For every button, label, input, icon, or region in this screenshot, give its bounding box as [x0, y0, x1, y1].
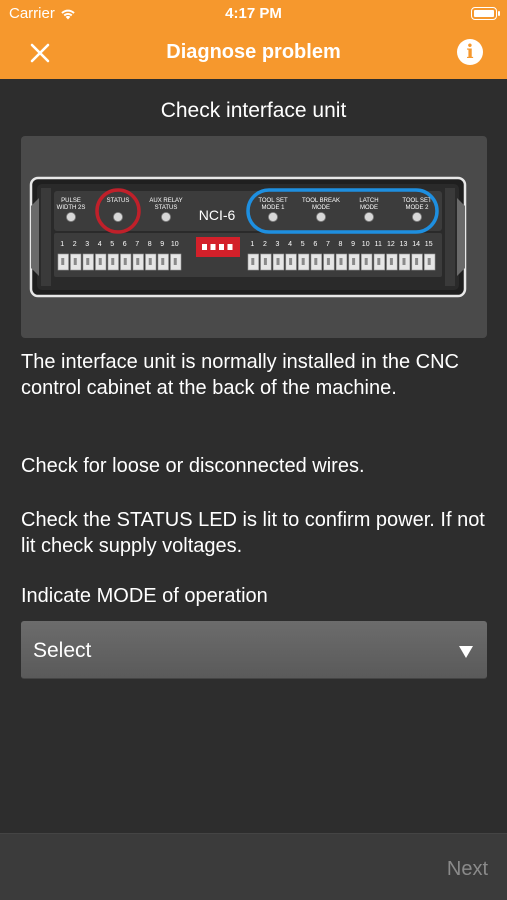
right-terminal-number: 5 [301, 241, 305, 248]
status-time: 4:17 PM [225, 5, 282, 22]
terminal-screw [377, 258, 381, 265]
led-indicator [412, 212, 422, 222]
right-terminal-number: 10 [362, 241, 370, 248]
terminal-screw [402, 258, 406, 265]
led-label: LATCH [359, 198, 378, 204]
left-terminal-number: 6 [123, 241, 127, 248]
terminal-screw [276, 258, 280, 265]
led-indicator [113, 212, 123, 222]
terminal-screw [263, 258, 267, 265]
terminal-screw [389, 258, 393, 265]
terminal-screw [415, 258, 419, 265]
terminal-screw [148, 258, 152, 265]
led-indicator [268, 212, 278, 222]
dropdown-arrow-icon [459, 646, 473, 658]
install-location-text: The interface unit is normally installed… [21, 351, 459, 399]
page-title: Diagnose problem [166, 41, 341, 63]
terminal-screw [289, 258, 293, 265]
battery-icon [471, 7, 500, 20]
terminal-screw [173, 258, 177, 265]
footer-bar: Next [0, 833, 507, 900]
led-label: TOOL SET [258, 198, 288, 204]
led-label: AUX RELAY [149, 198, 182, 204]
led-label: STATUS [155, 205, 178, 211]
left-terminal-number: 2 [73, 241, 77, 248]
right-terminal-number: 8 [339, 241, 343, 248]
check-status-led-text: Check the STATUS LED is lit to confirm p… [21, 509, 485, 557]
right-terminal-number: 3 [276, 241, 280, 248]
led-label: MODE 2 [405, 205, 429, 211]
section-heading: Check interface unit [160, 99, 347, 122]
left-terminal-number: 10 [171, 241, 179, 248]
left-terminal-number: 3 [85, 241, 89, 248]
led-label: WIDTH 2S [57, 205, 86, 211]
terminal-screw [326, 258, 330, 265]
terminal-screw [98, 258, 102, 265]
led-label: MODE 1 [261, 205, 285, 211]
right-terminal-number: 14 [412, 241, 420, 248]
led-indicator [316, 212, 326, 222]
terminal-screw [161, 258, 165, 265]
terminal-screw [314, 258, 318, 265]
right-terminal-number: 13 [400, 241, 408, 248]
dip-switch [219, 244, 224, 250]
nav-bar: Diagnose problem i [0, 28, 507, 79]
left-terminal-number: 8 [148, 241, 152, 248]
led-label: TOOL SET [402, 198, 432, 204]
right-terminal-number: 2 [263, 241, 267, 248]
dip-switch [202, 244, 207, 250]
right-terminal-number: 7 [326, 241, 330, 248]
left-terminal-number: 7 [135, 241, 139, 248]
next-button[interactable]: Next [447, 858, 488, 881]
unit-name-label: NCI-6 [199, 207, 236, 223]
led-label: TOOL BREAK [302, 198, 340, 204]
terminal-screw [86, 258, 90, 265]
terminal-screw [73, 258, 77, 265]
led-label: MODE [360, 205, 378, 211]
left-terminal-number: 9 [160, 241, 164, 248]
right-terminal-number: 11 [375, 241, 382, 248]
interface-unit-diagram: NCI-6 PULSEWIDTH 2SSTATUS AUX RELAYSTATUS… [29, 176, 467, 298]
terminal-screw [427, 258, 431, 265]
interface-unit-figure: NCI-6 PULSE WIDTH 2S STATUS AUX RELAY STATUS… [21, 136, 487, 338]
left-terminal-number: 1 [60, 241, 64, 248]
led-label: MODE [312, 205, 330, 211]
right-terminal-number: 9 [351, 241, 355, 248]
terminal-screw [111, 258, 115, 265]
led-label: PULSE [61, 198, 81, 204]
dip-switch [227, 244, 233, 250]
terminal-screw [352, 258, 356, 265]
led-indicator [66, 212, 76, 222]
right-terminal-number: 1 [250, 241, 254, 248]
left-terminal-number: 4 [98, 241, 102, 248]
check-wires-text: Check for loose or disconnected wires. [21, 455, 365, 477]
dip-switch [210, 244, 216, 250]
terminal-screw [251, 258, 255, 265]
terminal-screw [61, 258, 65, 265]
terminal-screw [339, 258, 343, 265]
left-terminal-number: 5 [110, 241, 114, 248]
led-indicator [364, 212, 374, 222]
terminal-screw [301, 258, 305, 265]
led-indicator [161, 212, 171, 222]
info-button[interactable]: i [457, 39, 483, 65]
right-terminal-number: 15 [425, 241, 433, 248]
terminal-screw [136, 258, 140, 265]
mode-select[interactable]: Select [21, 621, 487, 679]
mode-select-value: Select [33, 639, 92, 662]
mode-label: Indicate MODE of operation [21, 585, 268, 607]
info-icon: i [466, 41, 474, 63]
terminal-screw [123, 258, 127, 265]
right-terminal-number: 12 [387, 241, 395, 248]
right-terminal-number: 4 [288, 241, 292, 248]
led-label: STATUS [107, 198, 130, 204]
status-bar: Carrier 4:17 PM [0, 0, 507, 28]
top-bar: Carrier 4:17 PM Diagnose problem i [0, 0, 507, 79]
right-terminal-number: 6 [313, 241, 317, 248]
terminal-screw [364, 258, 368, 265]
